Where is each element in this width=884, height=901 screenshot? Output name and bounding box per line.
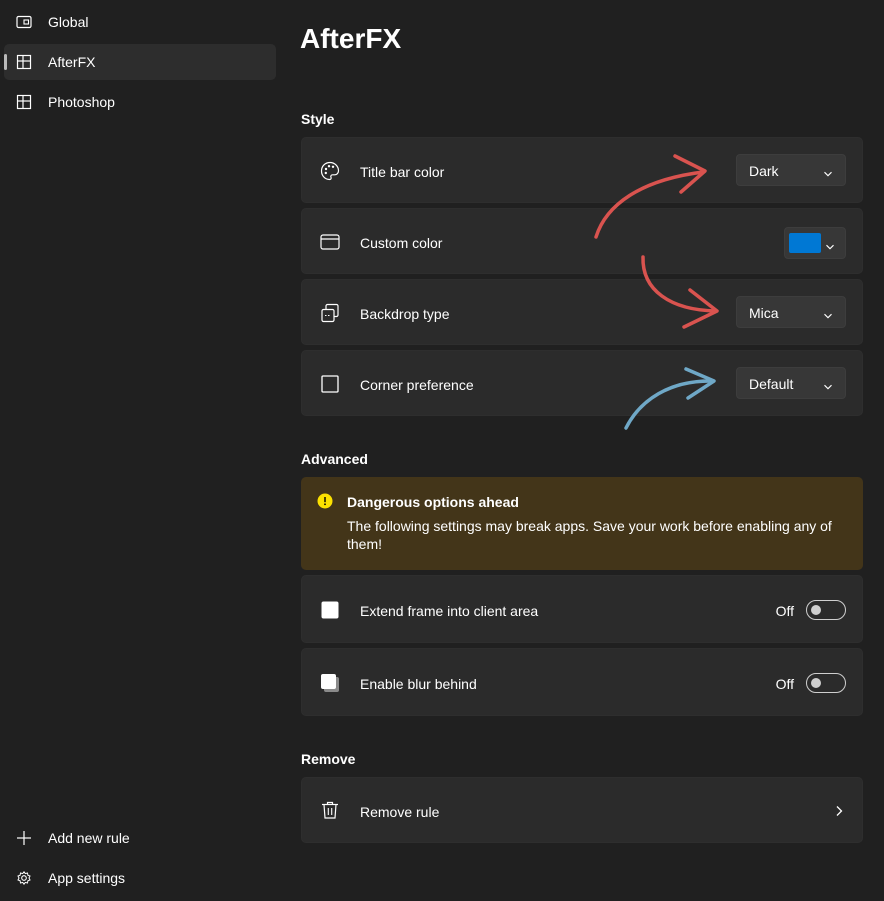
custom-color-picker[interactable] [784, 227, 846, 259]
blur-behind-state: Off [775, 676, 794, 692]
layout-icon [16, 54, 32, 70]
color-swatch [789, 233, 821, 253]
warning-icon [317, 493, 333, 509]
remove-rule-label: Remove rule [360, 804, 440, 820]
backdrop-type-card: Backdrop type Mica [301, 279, 863, 345]
backdrop-icon [320, 303, 340, 323]
chevron-down-icon [823, 308, 833, 319]
toggle-knob [811, 678, 821, 688]
section-heading-advanced: Advanced [301, 451, 368, 467]
sidebar-item-label: AfterFX [48, 54, 96, 70]
blur-behind-card: Enable blur behind Off [301, 648, 863, 716]
gear-icon [16, 870, 32, 886]
corner-preference-card: Corner preference Default [301, 350, 863, 416]
warning-title: Dangerous options ahead [347, 494, 519, 510]
warning-infobar: Dangerous options ahead The following se… [301, 477, 863, 570]
corner-preference-dropdown[interactable]: Default [736, 367, 846, 399]
add-new-rule-button[interactable]: Add new rule [4, 820, 276, 856]
sidebar-item-label: Global [48, 14, 89, 30]
chevron-down-icon [825, 239, 835, 250]
trash-icon [320, 800, 340, 820]
title-bar-color-card: Title bar color Dark [301, 137, 863, 203]
square-corner-icon [320, 374, 340, 394]
extend-frame-toggle[interactable] [806, 600, 846, 620]
chevron-right-icon [834, 804, 844, 816]
annotation-arrows [594, 154, 719, 430]
sidebar-item-photoshop[interactable]: Photoshop [4, 84, 276, 120]
layout-icon [16, 94, 32, 110]
section-heading-style: Style [301, 111, 335, 127]
app-settings-button[interactable]: App settings [4, 860, 276, 896]
palette-icon [320, 161, 340, 181]
window-icon [16, 14, 32, 30]
title-bar-color-value: Dark [749, 163, 779, 179]
extend-frame-card: Extend frame into client area Off [301, 575, 863, 643]
selection-indicator [4, 54, 7, 70]
backdrop-type-value: Mica [749, 305, 779, 321]
extend-frame-label: Extend frame into client area [360, 603, 539, 619]
extend-frame-state: Off [775, 603, 794, 619]
chevron-down-icon [823, 379, 833, 390]
backdrop-type-label: Backdrop type [360, 306, 450, 322]
remove-rule-card[interactable]: Remove rule [301, 777, 863, 843]
blur-behind-label: Enable blur behind [360, 676, 477, 692]
blur-behind-toggle[interactable] [806, 673, 846, 693]
sidebar-item-label: Photoshop [48, 94, 115, 110]
custom-color-label: Custom color [360, 235, 443, 251]
corner-preference-value: Default [749, 376, 794, 392]
sidebar-item-global[interactable]: Global [4, 4, 276, 40]
backdrop-type-dropdown[interactable]: Mica [736, 296, 846, 328]
blur-layers-icon [320, 673, 340, 693]
section-heading-remove: Remove [301, 751, 356, 767]
warning-message: The following settings may break apps. S… [347, 518, 832, 552]
page-title: AfterFX [300, 23, 402, 54]
title-bar-color-label: Title bar color [360, 164, 445, 180]
chevron-down-icon [823, 166, 833, 177]
plus-icon [16, 830, 32, 846]
sidebar-item-afterfx[interactable]: AfterFX [4, 44, 276, 80]
add-new-rule-label: Add new rule [48, 830, 130, 846]
app-settings-label: App settings [48, 870, 126, 886]
title-bar-color-dropdown[interactable]: Dark [736, 154, 846, 186]
filled-square-icon [320, 600, 340, 620]
toggle-knob [811, 605, 821, 615]
custom-color-card: Custom color [301, 208, 863, 274]
corner-preference-label: Corner preference [360, 377, 474, 393]
window-frame-icon [320, 232, 340, 252]
